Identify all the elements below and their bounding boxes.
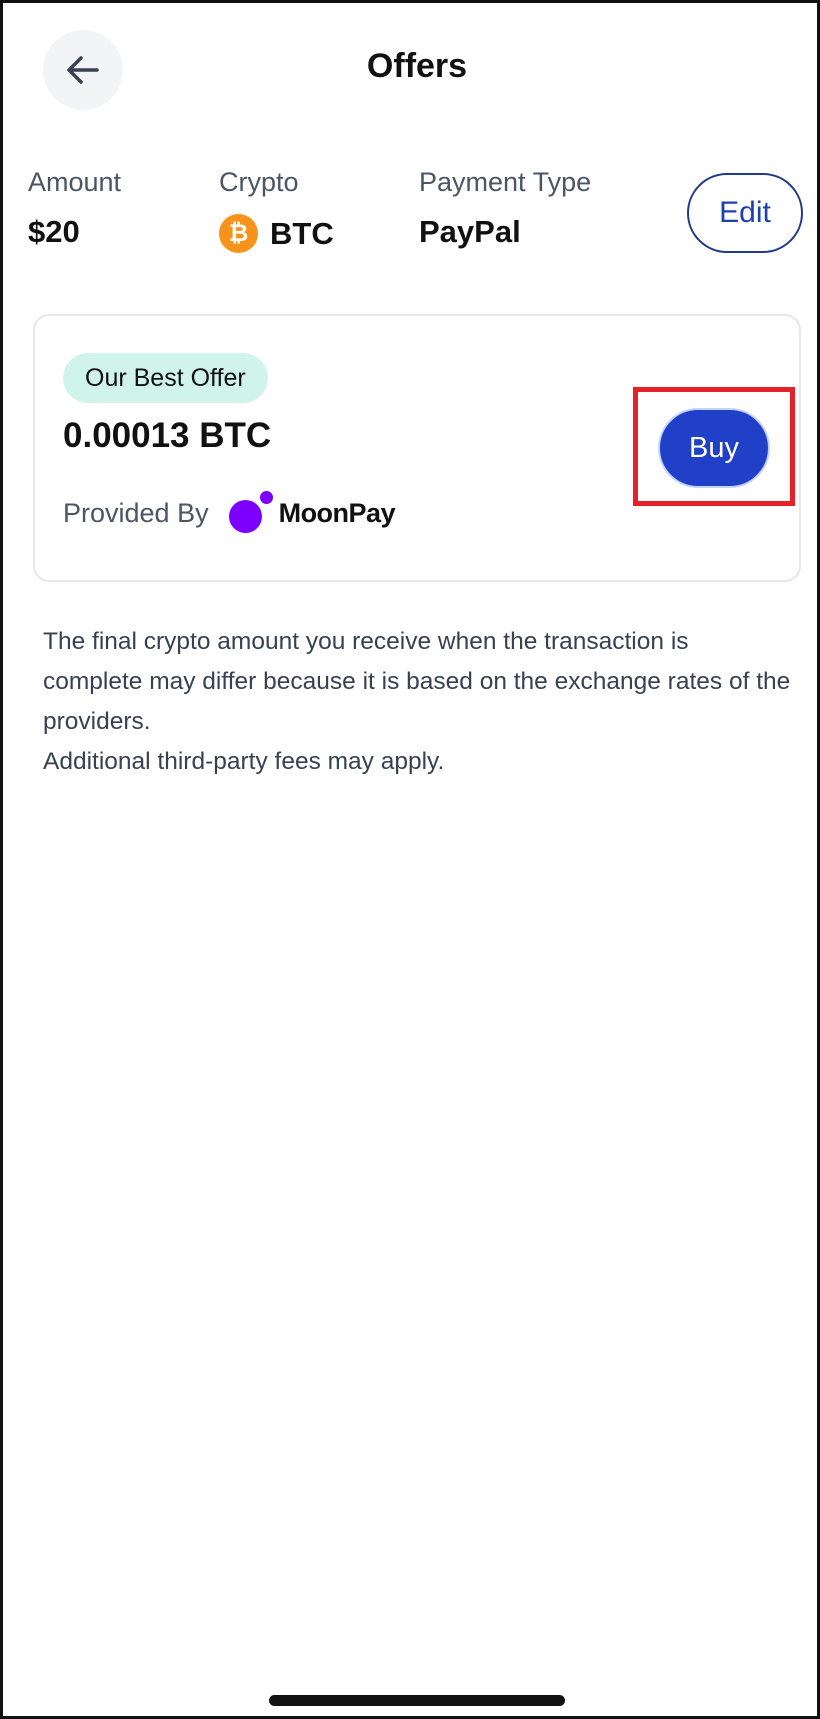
disclaimer-exchange-rate: The final crypto amount you receive when… — [43, 628, 791, 735]
best-offer-badge: Our Best Offer — [63, 353, 268, 403]
header: Offers — [3, 3, 817, 143]
moonpay-logo: MoonPay — [228, 491, 396, 535]
crypto-value: BTC — [270, 215, 334, 251]
crypto-label: Crypto — [219, 167, 299, 197]
edit-button[interactable]: Edit — [687, 173, 803, 253]
amount-value: $20 — [28, 214, 80, 249]
buy-button[interactable]: Buy — [658, 408, 770, 488]
bitcoin-glyph: ₿ — [228, 219, 249, 247]
moonpay-logo-dot-large — [228, 500, 262, 533]
moonpay-logo-dot-small — [259, 491, 273, 504]
crypto-value-row: ₿ BTC — [219, 214, 334, 253]
payment-type-label: Payment Type — [419, 167, 592, 197]
bitcoin-icon: ₿ — [219, 214, 258, 253]
provider-row: Provided By MoonPay — [63, 491, 396, 535]
amount-label: Amount — [28, 167, 122, 197]
page-title: Offers — [366, 47, 468, 85]
offer-crypto-amount: 0.00013 BTC — [63, 416, 272, 455]
payment-column: Payment Type PayPal — [419, 167, 591, 250]
provided-by-label: Provided By — [63, 497, 209, 528]
provider-name: MoonPay — [278, 497, 396, 528]
moonpay-logo-icon — [228, 491, 273, 535]
order-summary: Amount $20 Crypto ₿ BTC Payment Type Pay… — [3, 163, 817, 263]
home-indicator[interactable] — [269, 1695, 565, 1706]
offers-screen: Offers Amount $20 Crypto ₿ BTC Payment T… — [0, 0, 820, 1719]
payment-type-value: PayPal — [419, 214, 521, 249]
disclaimer: The final crypto amount you receive when… — [43, 622, 793, 782]
amount-column: Amount $20 — [28, 167, 121, 250]
crypto-column: Crypto ₿ BTC — [219, 167, 334, 253]
disclaimer-fees: Additional third-party fees may apply. — [43, 748, 445, 775]
